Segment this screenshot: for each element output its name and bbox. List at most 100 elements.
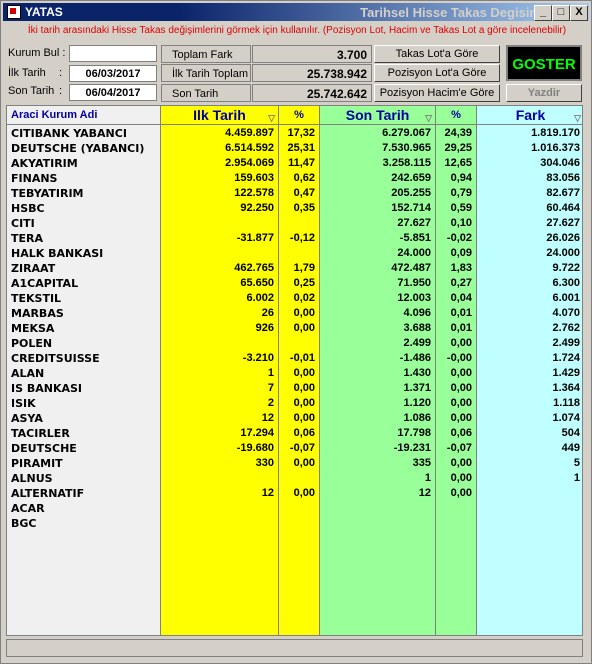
row-ilk-value[interactable] [161,516,278,531]
row-ilk-value[interactable]: 6.002 [161,291,278,306]
row-ilk-value[interactable]: 462.765 [161,261,278,276]
row-ilk-pct[interactable] [279,336,319,351]
row-ilk-pct[interactable]: 0,62 [279,171,319,186]
row-son-value[interactable]: 12.003 [320,291,435,306]
row-son-pct[interactable]: 0,27 [436,276,476,291]
row-name[interactable]: MEKSA [7,321,160,336]
row-fark-value[interactable]: 2.762 [477,321,582,336]
row-son-value[interactable]: 2.499 [320,336,435,351]
row-son-pct[interactable]: 0,94 [436,171,476,186]
row-son-pct[interactable]: 0,00 [436,366,476,381]
row-fark-value[interactable] [477,501,582,516]
row-fark-value[interactable]: 5 [477,456,582,471]
row-name[interactable]: ZIRAAT [7,261,160,276]
row-ilk-pct[interactable]: 0,06 [279,426,319,441]
row-name[interactable]: BGC [7,516,160,531]
row-fark-value[interactable]: 1.074 [477,411,582,426]
row-name[interactable]: TEKSTIL [7,291,160,306]
row-ilk-pct[interactable]: 0,00 [279,366,319,381]
row-ilk-value[interactable]: 159.603 [161,171,278,186]
row-name[interactable]: CREDITSUISSE [7,351,160,366]
row-son-value[interactable]: 205.255 [320,186,435,201]
name-header[interactable]: Araci Kurum Adi [7,106,160,125]
row-name[interactable]: ACAR [7,501,160,516]
row-fark-value[interactable] [477,486,582,501]
row-name[interactable]: ALAN [7,366,160,381]
row-ilk-pct[interactable] [279,471,319,486]
row-ilk-pct[interactable]: -0,07 [279,441,319,456]
row-name[interactable]: AKYATIRIM [7,156,160,171]
row-ilk-pct[interactable]: 0,00 [279,396,319,411]
row-ilk-value[interactable]: 17.294 [161,426,278,441]
row-son-pct[interactable] [436,516,476,531]
row-ilk-pct[interactable]: -0,12 [279,231,319,246]
row-fark-value[interactable]: 1.118 [477,396,582,411]
row-son-value[interactable]: 7.530.965 [320,141,435,156]
row-son-value[interactable]: 472.487 [320,261,435,276]
goster-button[interactable]: GOSTER [506,45,582,81]
son-header[interactable]: Son Tarih ▽ [320,106,435,125]
row-ilk-value[interactable]: 26 [161,306,278,321]
row-fark-value[interactable]: 304.046 [477,156,582,171]
row-son-value[interactable]: 1.371 [320,381,435,396]
row-fark-value[interactable]: 60.464 [477,201,582,216]
row-son-value[interactable] [320,516,435,531]
row-name[interactable]: DEUTSCHE (YABANCI) [7,141,160,156]
row-ilk-value[interactable] [161,246,278,261]
row-fark-value[interactable]: 1.016.373 [477,141,582,156]
fark-header[interactable]: Fark ▽ [477,106,582,125]
row-son-pct[interactable]: 0,59 [436,201,476,216]
row-son-value[interactable]: 24.000 [320,246,435,261]
row-ilk-value[interactable]: -3.210 [161,351,278,366]
row-name[interactable]: ASYA [7,411,160,426]
row-fark-value[interactable]: 1.429 [477,366,582,381]
row-name[interactable]: FINANS [7,171,160,186]
row-son-value[interactable]: 17.798 [320,426,435,441]
row-fark-value[interactable]: 6.300 [477,276,582,291]
row-fark-value[interactable]: 1.364 [477,381,582,396]
row-son-pct[interactable]: 0,04 [436,291,476,306]
row-son-pct[interactable]: 0,00 [436,411,476,426]
row-ilk-value[interactable]: 926 [161,321,278,336]
son-tarih-input[interactable]: 06/04/2017 [69,84,157,101]
ilk-header[interactable]: Ilk Tarih ▽ [161,106,278,125]
son-pct-header[interactable]: % [436,106,476,125]
row-son-pct[interactable]: 12,65 [436,156,476,171]
row-ilk-value[interactable]: 1 [161,366,278,381]
row-name[interactable]: TEBYATIRIM [7,186,160,201]
row-son-value[interactable]: 3.688 [320,321,435,336]
row-son-pct[interactable]: 0,00 [436,396,476,411]
ilk-pct-header[interactable]: % [279,106,319,125]
row-ilk-value[interactable] [161,336,278,351]
row-ilk-value[interactable] [161,471,278,486]
row-son-value[interactable]: 152.714 [320,201,435,216]
row-ilk-pct[interactable]: 0,00 [279,381,319,396]
row-son-pct[interactable]: -0,00 [436,351,476,366]
row-son-pct[interactable]: 0,00 [436,336,476,351]
row-son-value[interactable]: 1.120 [320,396,435,411]
row-son-value[interactable]: 71.950 [320,276,435,291]
row-ilk-pct[interactable]: 0,25 [279,276,319,291]
row-name[interactable]: ISIK [7,396,160,411]
row-son-value[interactable]: 6.279.067 [320,126,435,141]
row-son-pct[interactable]: 29,25 [436,141,476,156]
pozisyon-hacim-button[interactable]: Pozisyon Hacim'e Göre [374,84,500,102]
row-ilk-value[interactable]: 6.514.592 [161,141,278,156]
row-fark-value[interactable]: 504 [477,426,582,441]
row-son-pct[interactable]: 0,09 [436,246,476,261]
takas-grid[interactable]: Araci Kurum Adi CITIBANK YABANCI DEUTSCHE… [6,105,583,636]
row-ilk-pct[interactable]: 0,02 [279,291,319,306]
row-ilk-pct[interactable]: 0,00 [279,321,319,336]
row-name[interactable]: CITI [7,216,160,231]
row-ilk-value[interactable]: 122.578 [161,186,278,201]
row-fark-value[interactable]: 1.724 [477,351,582,366]
row-fark-value[interactable]: 4.070 [477,306,582,321]
row-ilk-pct[interactable]: 0,00 [279,456,319,471]
row-fark-value[interactable] [477,516,582,531]
row-name[interactable]: POLEN [7,336,160,351]
maximize-button[interactable]: □ [552,5,570,21]
row-name[interactable]: IS BANKASI [7,381,160,396]
row-son-pct[interactable]: 0,06 [436,426,476,441]
row-ilk-value[interactable]: 65.650 [161,276,278,291]
row-name[interactable]: DEUTSCHE [7,441,160,456]
